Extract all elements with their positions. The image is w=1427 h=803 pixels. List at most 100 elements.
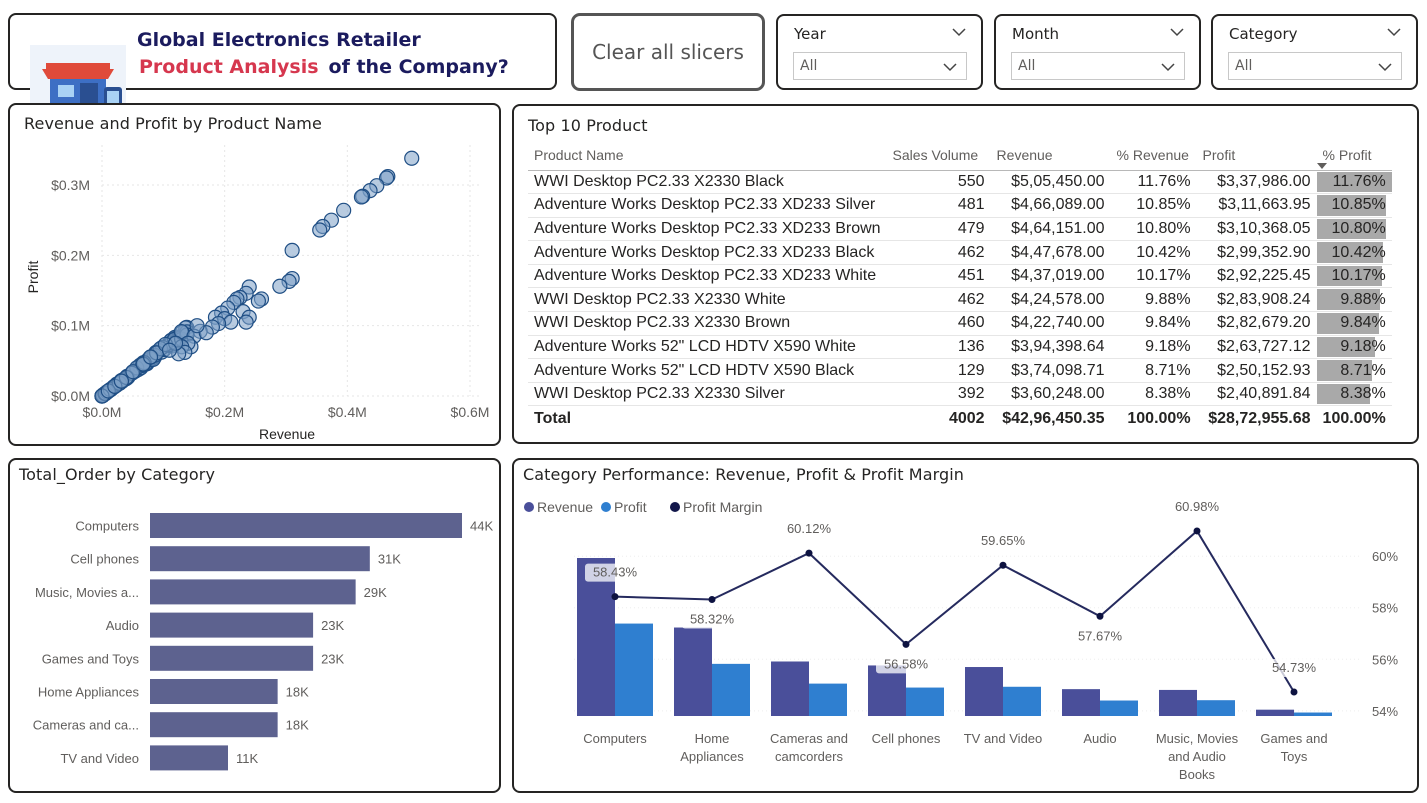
product-name-cell: Adventure Works 52" LCD HDTV X590 Black <box>528 358 887 383</box>
category-axis-label: Computers <box>75 519 139 534</box>
scatter-point[interactable] <box>353 189 370 205</box>
category-order-bar[interactable] <box>150 546 370 572</box>
month-dropdown[interactable]: All <box>1011 52 1185 80</box>
profit-margin-point[interactable] <box>902 640 910 648</box>
revenue-bar[interactable] <box>965 667 1003 716</box>
table-row[interactable]: Adventure Works 52" LCD HDTV X590 White 1… <box>528 335 1392 360</box>
profit-bar[interactable] <box>1100 700 1138 716</box>
table-row[interactable]: Adventure Works Desktop PC2.33 XD233 Bla… <box>528 240 1392 265</box>
profit-margin-point[interactable] <box>999 561 1007 569</box>
revenue-cell: $4,47,678.00 <box>990 240 1111 265</box>
legend-marker <box>670 502 680 512</box>
product-name-cell: Adventure Works Desktop PC2.33 XD233 Whi… <box>528 264 887 289</box>
profit-bar[interactable] <box>615 623 653 716</box>
profit-cell: $2,50,152.93 <box>1196 358 1317 383</box>
chevron-down-icon[interactable] <box>1386 26 1402 38</box>
profit-margin-point[interactable] <box>708 595 716 603</box>
profit-margin-point[interactable] <box>1193 527 1201 535</box>
pct-profit-value: 8.38% <box>1340 385 1386 403</box>
table-row[interactable]: Adventure Works Desktop PC2.33 XD233 Sil… <box>528 193 1392 218</box>
scatter-point[interactable] <box>238 314 254 330</box>
category-order-bar[interactable] <box>150 612 314 638</box>
column-header-pct-revenue[interactable]: % Revenue <box>1110 140 1197 171</box>
total-cell: 100.00% <box>1316 405 1392 432</box>
category-order-bar[interactable] <box>150 645 314 671</box>
category-performance-combo-chart[interactable]: Revenue Profit Profit Margin 60% 58% 56% 54% Co… <box>514 460 1417 791</box>
table-row[interactable]: Adventure Works 52" LCD HDTV X590 Black 1… <box>528 358 1392 383</box>
chevron-down-icon[interactable] <box>1160 61 1176 73</box>
scatter-point[interactable] <box>336 202 352 218</box>
clear-all-slicers-button[interactable]: Clear all slicers <box>571 13 765 91</box>
revenue-bar[interactable] <box>1062 689 1100 716</box>
pct-profit-cell: 9.84% <box>1316 311 1392 336</box>
column-header-revenue[interactable]: Revenue <box>990 140 1111 171</box>
legend-item[interactable]: Profit <box>601 499 647 515</box>
scatter-point[interactable] <box>312 222 328 238</box>
scatter-point[interactable] <box>272 278 288 294</box>
revenue-bar[interactable] <box>1159 689 1197 716</box>
column-header-product-name[interactable]: Product Name <box>528 140 887 171</box>
profit-margin-point[interactable] <box>611 593 619 601</box>
month-slicer[interactable]: Month All <box>994 14 1201 90</box>
pct-revenue-cell: 9.88% <box>1110 287 1197 313</box>
profit-bar[interactable] <box>1197 700 1235 716</box>
revenue-bar[interactable] <box>674 627 712 716</box>
table-row[interactable]: WWI Desktop PC2.33 X2330 Black 550 $5,05,4… <box>528 170 1392 195</box>
column-header-sales-volume[interactable]: Sales Volume <box>886 140 991 171</box>
scatter-chart[interactable]: $0.0M $0.2M $0.4M $0.6M $0.0M $0.1M $0.2M $0.3M… <box>10 105 499 444</box>
profit-margin-point[interactable] <box>1096 612 1104 620</box>
profit-bar[interactable] <box>712 663 750 716</box>
pct-profit-value: 9.84% <box>1340 314 1386 332</box>
table-total-row: Total 4002 $42,96,450.35 100.00% $28,72,955.… <box>528 405 1392 432</box>
category-order-bar[interactable] <box>150 513 462 538</box>
revenue-bar[interactable] <box>577 558 615 716</box>
profit-bar[interactable] <box>809 683 847 716</box>
scatter-point[interactable] <box>161 342 178 358</box>
y-tick-label: $0.3M <box>51 177 90 193</box>
column-header-pct-profit[interactable]: % Profit <box>1316 140 1392 171</box>
profit-bar[interactable] <box>906 687 944 716</box>
revenue-bar[interactable] <box>771 661 809 716</box>
table-row[interactable]: WWI Desktop PC2.33 X2330 Brown 460 $4,22,7… <box>528 311 1392 336</box>
scatter-point[interactable] <box>113 373 130 389</box>
table-row[interactable]: Adventure Works Desktop PC2.33 XD233 Bro… <box>528 217 1392 242</box>
category-order-bar[interactable] <box>150 712 278 738</box>
column-header-profit[interactable]: Profit <box>1196 140 1317 171</box>
chevron-down-icon[interactable] <box>1169 26 1185 38</box>
category-order-bar[interactable] <box>150 745 228 771</box>
table-row[interactable]: WWI Desktop PC2.33 X2330 White 462 $4,24,5… <box>528 287 1392 313</box>
chevron-down-icon[interactable] <box>1377 61 1393 73</box>
scatter-point[interactable] <box>284 242 300 259</box>
pct-profit-cell: 11.76% <box>1316 170 1392 195</box>
category-order-bar[interactable] <box>150 679 278 704</box>
profit-margin-point[interactable] <box>1290 688 1298 696</box>
scatter-point[interactable] <box>404 150 420 166</box>
x-tick-label: $0.2M <box>205 404 244 420</box>
chevron-down-icon[interactable] <box>951 26 967 38</box>
profit-bar[interactable] <box>1294 712 1332 716</box>
scatter-point[interactable] <box>250 293 266 309</box>
pct-profit-value: 9.18% <box>1340 337 1386 355</box>
orders-bar-chart[interactable]: Computers 44K Cell phones 31K Music, Movies … <box>10 460 499 791</box>
revenue-bar[interactable] <box>1256 709 1294 716</box>
profit-margin-point[interactable] <box>805 549 813 557</box>
year-dropdown[interactable]: All <box>793 52 967 80</box>
sort-descending-icon[interactable] <box>1316 162 1327 169</box>
margin-data-label: 60.98% <box>1175 499 1220 514</box>
table-row[interactable]: WWI Desktop PC2.33 X2330 Silver 392 $3,60,… <box>528 382 1392 407</box>
profit-bar[interactable] <box>1003 686 1041 716</box>
category-dropdown[interactable]: All <box>1228 52 1402 80</box>
chevron-down-icon[interactable] <box>942 61 958 73</box>
legend-item[interactable]: Profit Margin <box>670 499 762 515</box>
legend-item[interactable]: Revenue <box>524 499 593 515</box>
product-name-cell: WWI Desktop PC2.33 X2330 Silver <box>528 382 887 407</box>
scatter-point[interactable] <box>189 318 205 334</box>
product-name-cell: WWI Desktop PC2.33 X2330 White <box>528 287 887 313</box>
profit-cell: $2,82,679.20 <box>1196 311 1317 336</box>
category-order-bar[interactable] <box>150 579 356 605</box>
category-slicer[interactable]: Category All <box>1211 14 1418 90</box>
scatter-point[interactable] <box>143 349 159 365</box>
margin-data-label: 59.65% <box>981 533 1026 548</box>
table-row[interactable]: Adventure Works Desktop PC2.33 XD233 Whi… <box>528 264 1392 289</box>
year-slicer[interactable]: Year All <box>776 14 983 90</box>
